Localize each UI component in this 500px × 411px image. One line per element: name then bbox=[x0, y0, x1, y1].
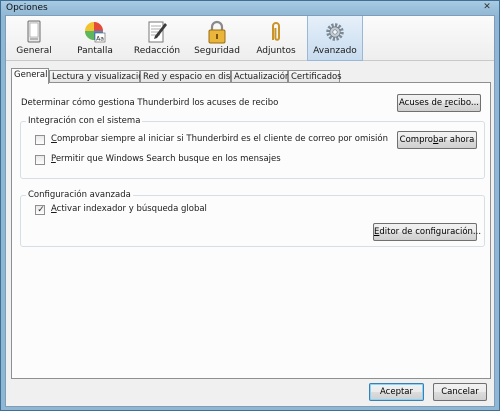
general-tab-panel: Determinar cómo gestiona Thunderbird los… bbox=[11, 82, 491, 379]
window-title: Opciones bbox=[6, 3, 48, 13]
pane-advanced-label: Avanzado bbox=[313, 46, 357, 56]
check-now-button[interactable]: Comprobar ahora bbox=[397, 131, 477, 149]
default-client-label[interactable]: Comprobar siempre al iniciar si Thunderb… bbox=[51, 134, 388, 144]
receipts-description: Determinar cómo gestiona Thunderbird los… bbox=[21, 98, 279, 108]
receipts-button[interactable]: Acuses de recibo... bbox=[397, 94, 481, 112]
system-integration-caption: Integración con el sistema bbox=[26, 116, 143, 126]
tab-general[interactable]: General bbox=[11, 68, 49, 84]
windows-search-label[interactable]: Permitir que Windows Search busque en lo… bbox=[51, 154, 281, 164]
composition-icon bbox=[148, 21, 167, 43]
pane-attachments-label: Adjuntos bbox=[256, 46, 296, 56]
windows-search-checkbox[interactable] bbox=[35, 155, 45, 165]
indexer-checkbox[interactable]: ✓ bbox=[35, 205, 45, 215]
svg-text:Aa: Aa bbox=[96, 36, 104, 43]
accept-button[interactable]: Aceptar bbox=[369, 383, 424, 401]
pane-general[interactable]: General bbox=[8, 16, 60, 61]
pane-security[interactable]: Seguridad bbox=[190, 16, 244, 61]
close-button[interactable]: ✕ bbox=[480, 2, 494, 14]
receipts-button-label-rest: ecibo... bbox=[448, 98, 479, 108]
config-editor-label: ditor de configuración... bbox=[379, 227, 482, 237]
receipts-button-label: Acuses de bbox=[399, 98, 445, 108]
title-bar[interactable]: Opciones ✕ bbox=[1, 1, 499, 15]
cancel-button[interactable]: Cancelar bbox=[433, 383, 487, 401]
system-integration-group: Integración con el sistema Comprobar sie… bbox=[20, 116, 485, 179]
general-icon bbox=[27, 20, 41, 43]
check-now-label: Compro bbox=[399, 135, 433, 145]
pane-composition-label: Redacción bbox=[133, 46, 181, 56]
pane-security-label: Seguridad bbox=[194, 46, 240, 56]
windows-search-label-rest: ermitir que Windows Search busque en los… bbox=[55, 154, 281, 164]
pane-attachments[interactable]: Adjuntos bbox=[250, 16, 302, 61]
checkmark-icon: ✓ bbox=[37, 205, 45, 215]
pane-display[interactable]: Aa Pantalla bbox=[68, 16, 122, 61]
padlock-icon bbox=[208, 20, 226, 44]
pane-general-label: General bbox=[16, 46, 52, 56]
advanced-config-group: Configuración avanzada ✓ Activar indexad… bbox=[20, 190, 485, 247]
window-client-area: General Aa Pantalla Redacción Seguridad … bbox=[5, 15, 495, 407]
display-icon: Aa bbox=[85, 22, 106, 43]
pane-composition[interactable]: Redacción bbox=[128, 16, 186, 61]
default-client-checkbox[interactable] bbox=[35, 135, 45, 145]
pane-display-label: Pantalla bbox=[77, 46, 113, 56]
gear-icon bbox=[326, 23, 344, 41]
advanced-config-caption: Configuración avanzada bbox=[26, 190, 133, 200]
indexer-label[interactable]: Activar indexador y búsqueda global bbox=[51, 204, 207, 214]
config-editor-button[interactable]: Editor de configuración... bbox=[373, 223, 481, 241]
preference-panes-toolbar: General Aa Pantalla Redacción Seguridad … bbox=[6, 16, 494, 61]
default-client-label-rest: omprobar siempre al iniciar si Thunderbi… bbox=[56, 134, 388, 144]
indexer-label-rest: ctivar indexador y búsqueda global bbox=[56, 204, 207, 214]
check-now-label-rest: ar ahora bbox=[438, 135, 475, 145]
options-window: Opciones ✕ General Aa Pantalla Redacción… bbox=[0, 0, 500, 411]
pane-advanced[interactable]: Avanzado bbox=[307, 16, 363, 61]
paperclip-icon bbox=[272, 22, 280, 41]
